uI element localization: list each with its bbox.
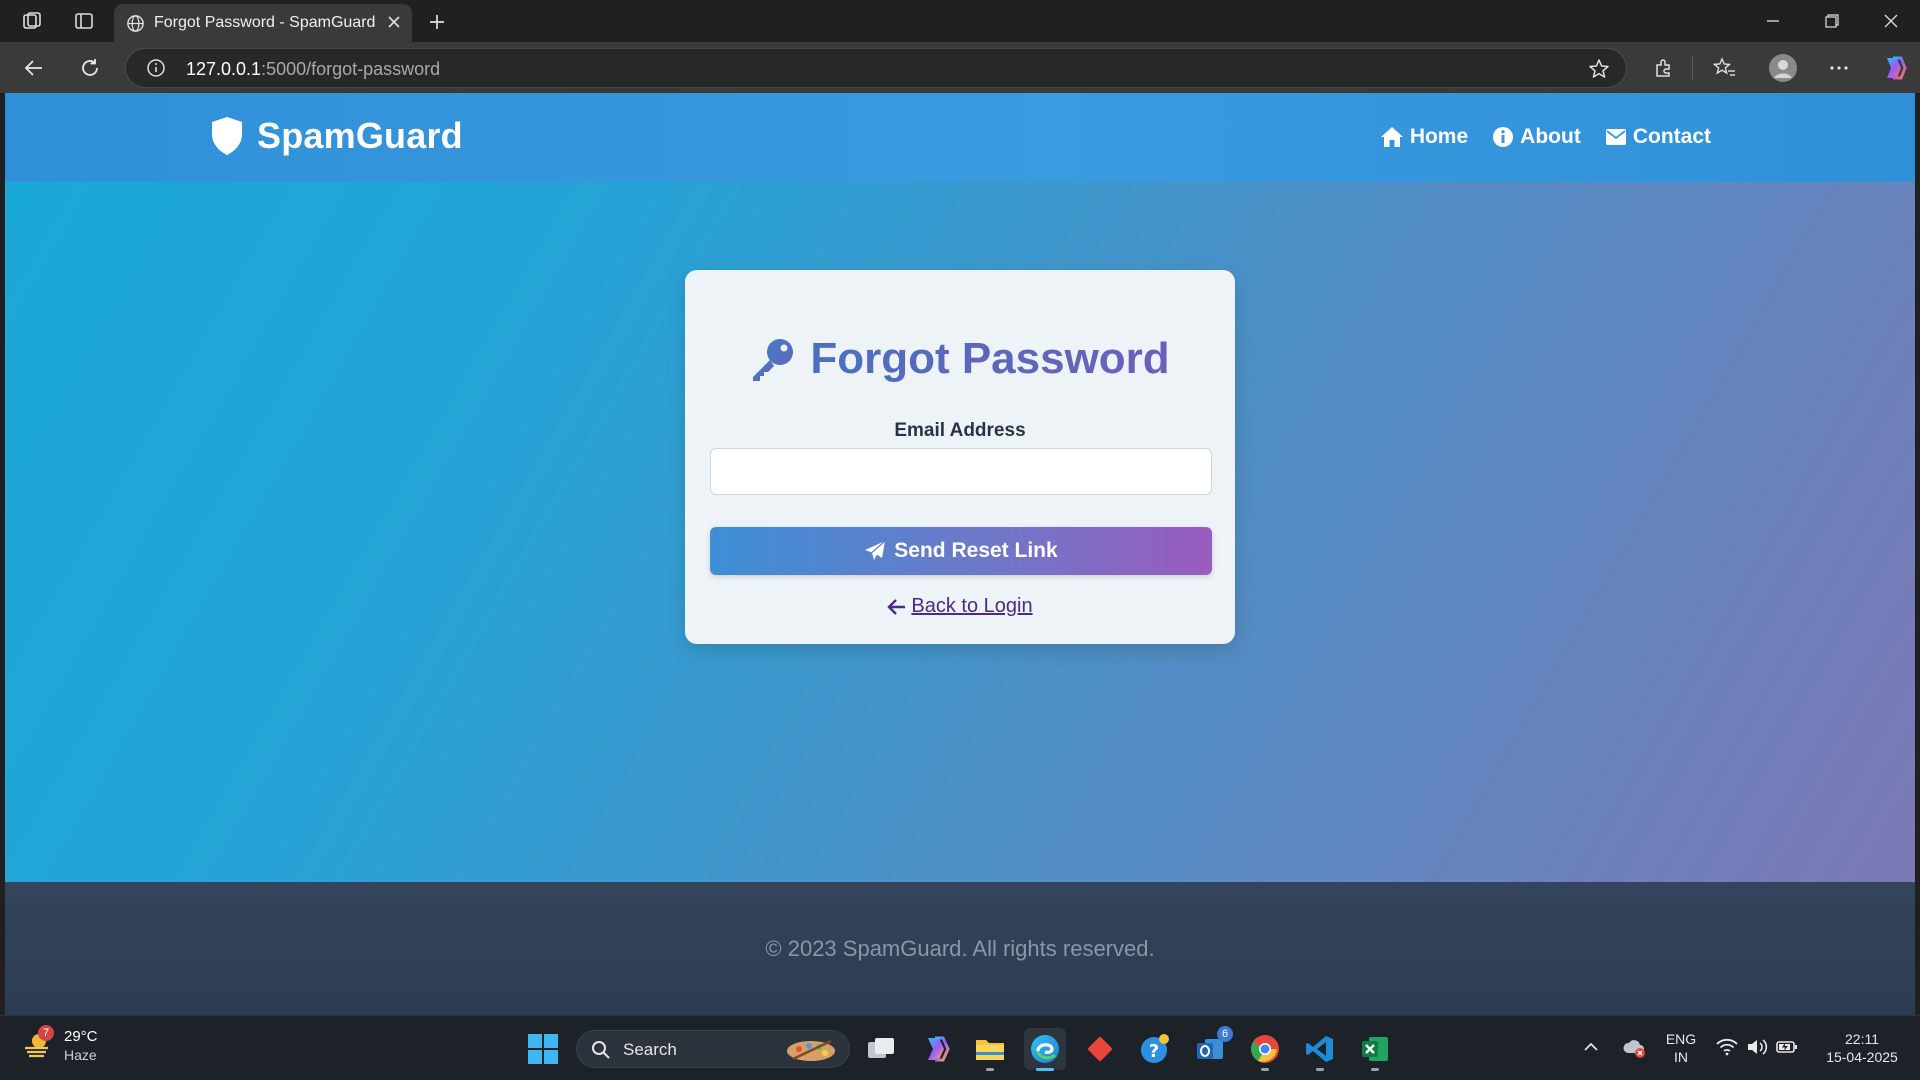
toolbar-divider [1692,56,1693,80]
tab-actions-icon[interactable] [67,6,101,36]
weather-temperature: 29°C [64,1028,98,1045]
outlook-icon[interactable]: 6 [1189,1026,1233,1070]
taskbar-search-label: Search [623,1040,677,1059]
minimize-button[interactable] [1744,0,1802,42]
plus-icon [430,15,444,29]
info-icon [1493,127,1514,147]
clock-date: 15-04-2025 [1826,1049,1898,1065]
weather-widget[interactable]: 7 29°C Haze [22,1025,98,1064]
clock[interactable]: 22:11 15-04-2025 [1812,1030,1912,1066]
battery-icon[interactable] [1776,1039,1798,1060]
forgot-password-card: Forgot Password Email Address Send Reset… [685,270,1235,644]
back-to-login-label: Back to Login [911,595,1033,617]
copilot-app-icon[interactable] [915,1028,957,1070]
start-button[interactable] [527,1033,559,1070]
paper-plane-icon [865,540,886,560]
favorites-icon[interactable] [1706,51,1744,85]
site-info-icon[interactable] [146,58,166,83]
home-icon [1380,127,1403,147]
nav-link-home[interactable]: Home [1380,125,1468,149]
taskbar-search[interactable]: Search [576,1030,850,1068]
email-label: Email Address [894,420,1026,441]
reload-icon [82,59,98,76]
send-reset-link-button[interactable]: Send Reset Link [710,527,1212,575]
weather-badge: 7 [38,1025,54,1041]
back-to-login-link[interactable]: Back to Login [685,595,1235,618]
brand-logo[interactable]: SpamGuard [209,115,463,157]
profile-avatar-icon[interactable] [1764,51,1802,85]
address-bar[interactable]: 127.0.0.1:5000/forgot-password [125,48,1627,88]
outlook-badge: 6 [1217,1026,1233,1042]
key-icon [753,339,794,381]
nav-link-contact[interactable]: Contact [1605,125,1711,149]
weather-description: Haze [64,1047,97,1063]
nav-link-about[interactable]: About [1492,125,1581,149]
shield-icon [212,117,242,155]
close-window-button[interactable] [1862,0,1920,42]
back-button[interactable] [16,51,52,85]
taskbar: 7 29°C Haze Search ? 6 ENG IN 22:11 15-0… [0,1015,1920,1080]
clock-time: 22:11 [1845,1031,1879,1047]
extensions-icon[interactable] [1645,51,1683,85]
site-header: SpamGuard Home About Contact [5,93,1915,182]
arrow-left-icon [24,60,42,76]
new-tab-button[interactable] [422,7,452,37]
tab-title: Forgot Password - SpamGuard [154,14,376,31]
close-tab-icon[interactable] [386,14,402,35]
svg-text:?: ? [1149,1041,1159,1062]
arrow-left-icon [887,598,906,615]
page-viewport: SpamGuard Home About Contact Forgot Pass… [5,93,1915,1015]
vscode-icon[interactable] [1299,1028,1341,1071]
file-explorer-icon[interactable] [969,1028,1011,1071]
nav-label-about: About [1520,125,1581,148]
main-nav: Home About Contact [1356,125,1711,149]
footer-copyright: © 2023 SpamGuard. All rights reserved. [765,936,1155,961]
hero-section: Forgot Password Email Address Send Reset… [5,182,1915,882]
more-menu-icon[interactable] [1820,51,1858,85]
workspaces-icon[interactable] [15,6,49,36]
volume-icon[interactable] [1746,1038,1768,1061]
nav-label-home: Home [1409,125,1469,148]
page-title: Forgot Password [810,334,1170,383]
chrome-icon[interactable] [1244,1028,1286,1071]
wifi-icon[interactable] [1716,1038,1738,1061]
send-reset-link-label: Send Reset Link [894,539,1058,562]
windows-logo-icon [528,1034,558,1064]
edge-browser-icon[interactable] [1024,1028,1066,1071]
url-text[interactable]: 127.0.0.1:5000/forgot-password [186,59,440,80]
tab-active[interactable]: Forgot Password - SpamGuard [114,4,412,42]
chevron-up-icon[interactable] [1582,1038,1600,1061]
favorite-star-icon[interactable] [1588,58,1610,85]
search-icon [591,1040,611,1065]
reload-button[interactable] [72,51,108,85]
envelope-icon [1605,129,1626,145]
globe-icon [126,14,145,38]
brand-name: SpamGuard [257,115,463,156]
card-heading: Forgot Password [685,334,1235,384]
help-app-icon[interactable]: ? [1134,1028,1176,1070]
site-footer: © 2023 SpamGuard. All rights reserved. [5,882,1915,1015]
excel-icon[interactable] [1354,1028,1396,1071]
cloud-sync-error-icon[interactable] [1622,1037,1646,1064]
browser-tab-bar: Forgot Password - SpamGuard [0,0,1920,42]
email-field[interactable] [710,448,1212,495]
browser-toolbar: 127.0.0.1:5000/forgot-password [0,42,1920,93]
restore-button[interactable] [1803,0,1861,42]
language-indicator[interactable]: ENG IN [1656,1030,1706,1066]
nav-label-contact: Contact [1632,125,1711,148]
task-view-icon[interactable] [860,1028,902,1070]
paint-palette-icon [785,1037,837,1068]
git-app-icon[interactable] [1079,1028,1121,1070]
copilot-icon[interactable] [1875,51,1913,85]
